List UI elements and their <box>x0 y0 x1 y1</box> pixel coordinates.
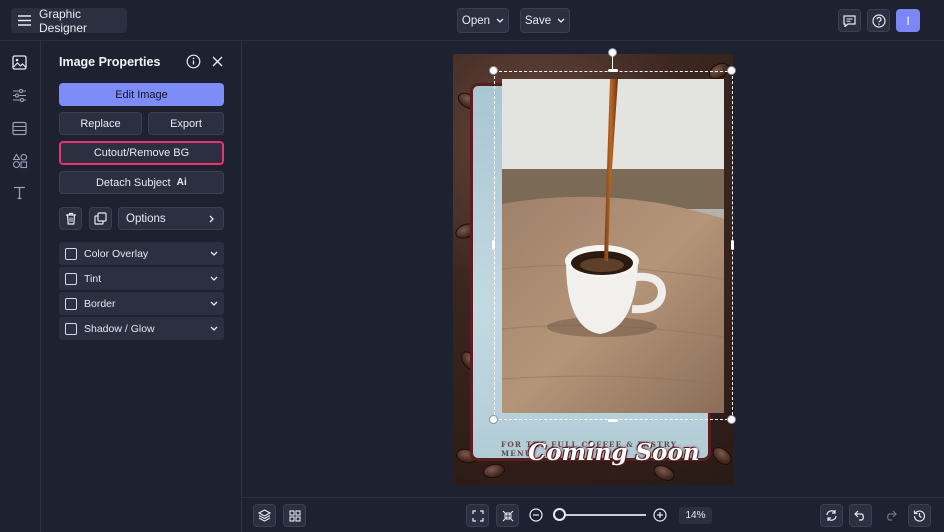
zoom-out-icon[interactable] <box>529 508 543 522</box>
ai-badge: Ai <box>176 177 187 188</box>
options-button[interactable]: Options <box>118 207 224 230</box>
grid-view-button[interactable] <box>283 504 306 527</box>
top-bar: Graphic Designer Open Save I <box>0 0 944 41</box>
collapse-icon <box>502 510 514 522</box>
history-button[interactable] <box>908 504 931 527</box>
tint-label: Tint <box>84 272 102 285</box>
color-overlay-checkbox[interactable] <box>65 247 77 260</box>
chevron-down-icon <box>210 301 218 306</box>
detach-subject-label: Detach Subject <box>95 176 171 189</box>
main-menu-button[interactable]: Graphic Designer <box>11 6 127 35</box>
zoom-in-icon[interactable] <box>653 508 667 522</box>
undo-button[interactable] <box>849 504 872 527</box>
poster-coming-soon: Coming Soon <box>528 439 700 466</box>
save-label: Save <box>524 14 552 27</box>
cutout-remove-bg-button[interactable]: Cutout/Remove BG <box>59 141 224 165</box>
refresh-icon <box>825 509 838 522</box>
shrink-to-fit-button[interactable] <box>496 504 519 527</box>
coffee-bean-decoration <box>709 443 733 469</box>
history-icon <box>913 509 926 522</box>
save-menu-button[interactable]: Save <box>520 8 570 33</box>
border-label: Border <box>84 297 116 310</box>
undo-icon <box>854 510 867 521</box>
close-icon[interactable] <box>211 55 224 68</box>
reset-canvas-button[interactable] <box>820 504 843 527</box>
text-icon[interactable] <box>12 185 29 202</box>
open-menu-button[interactable]: Open <box>457 8 509 33</box>
bottom-toolbar: 14% <box>242 497 944 532</box>
info-icon[interactable] <box>186 54 201 69</box>
zoom-percentage-field[interactable]: 14% <box>679 507 712 524</box>
resize-handle-top-right[interactable] <box>727 66 736 75</box>
shadow-glow-checkbox[interactable] <box>65 322 77 335</box>
sliders-icon[interactable] <box>12 88 29 105</box>
comments-button[interactable] <box>838 9 861 32</box>
image-icon[interactable] <box>12 55 29 72</box>
layers-button[interactable] <box>253 504 276 527</box>
selection-box[interactable] <box>494 71 733 420</box>
layout-icon[interactable] <box>12 121 29 138</box>
app-title: Graphic Designer <box>39 6 88 35</box>
resize-handle-left[interactable] <box>492 240 495 250</box>
panel-title: Image Properties <box>59 55 161 69</box>
edit-image-button[interactable]: Edit Image <box>59 83 224 106</box>
shapes-icon[interactable] <box>12 153 29 170</box>
image-properties-panel: Image Properties Edit Image Replace Expo… <box>41 41 242 532</box>
chevron-down-icon <box>496 18 504 23</box>
duplicate-button[interactable] <box>89 207 112 230</box>
help-icon <box>871 13 886 28</box>
grid-icon <box>288 509 301 522</box>
tint-accordion[interactable]: Tint <box>59 267 224 290</box>
coffee-bean-decoration <box>481 462 507 480</box>
resize-handle-top[interactable] <box>608 69 618 72</box>
chevron-down-icon <box>210 276 218 281</box>
resize-handle-top-left[interactable] <box>489 66 498 75</box>
fit-to-screen-button[interactable] <box>466 504 489 527</box>
color-overlay-accordion[interactable]: Color Overlay <box>59 242 224 265</box>
redo-icon <box>884 510 897 521</box>
resize-handle-bottom-right[interactable] <box>727 415 736 424</box>
layers-icon <box>258 509 271 522</box>
tool-rail <box>0 41 41 532</box>
options-label: Options <box>126 212 166 225</box>
resize-handle-right[interactable] <box>731 240 734 250</box>
duplicate-icon <box>94 212 107 225</box>
zoom-slider-track[interactable] <box>560 514 646 516</box>
redo-button[interactable] <box>879 504 902 527</box>
design-canvas[interactable]: FOR THE FULL COFFEE & PASTRY MENU Coming… <box>242 41 944 497</box>
shadow-glow-label: Shadow / Glow <box>84 322 155 335</box>
color-overlay-label: Color Overlay <box>84 247 149 260</box>
shadow-glow-accordion[interactable]: Shadow / Glow <box>59 317 224 340</box>
help-button[interactable] <box>867 9 890 32</box>
delete-button[interactable] <box>59 207 82 230</box>
open-label: Open <box>461 14 491 27</box>
resize-handle-bottom[interactable] <box>608 419 618 422</box>
chevron-down-icon <box>210 251 218 256</box>
chevron-down-icon <box>557 18 565 23</box>
tint-checkbox[interactable] <box>65 272 77 285</box>
hamburger-menu-icon <box>18 15 31 26</box>
resize-handle-bottom-left[interactable] <box>489 415 498 424</box>
expand-icon <box>471 509 484 522</box>
export-button[interactable]: Export <box>148 112 224 135</box>
border-accordion[interactable]: Border <box>59 292 224 315</box>
chevron-right-icon <box>209 215 214 223</box>
trash-icon <box>65 212 77 225</box>
chevron-down-icon <box>210 326 218 331</box>
comment-icon <box>843 14 856 27</box>
replace-button[interactable]: Replace <box>59 112 142 135</box>
zoom-slider-handle[interactable] <box>553 508 566 521</box>
border-checkbox[interactable] <box>65 297 77 310</box>
detach-subject-button[interactable]: Detach Subject Ai <box>59 171 224 194</box>
user-avatar[interactable]: I <box>896 9 920 32</box>
